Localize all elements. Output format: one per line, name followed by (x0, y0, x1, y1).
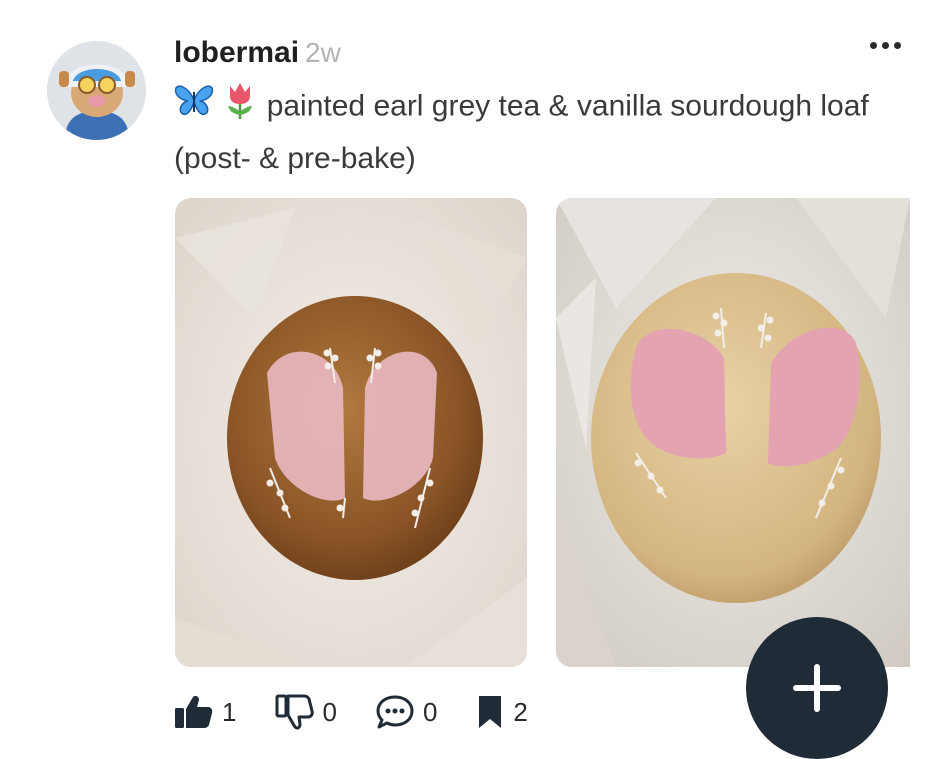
downvote-count: 0 (322, 696, 337, 727)
thumbs-up-icon (175, 696, 213, 728)
upvote-count: 1 (222, 696, 237, 727)
thumbs-down-icon (275, 694, 315, 730)
bookmark-icon (479, 696, 502, 728)
baked-loaf-photo[interactable] (175, 198, 527, 667)
post-age: 2w (305, 37, 341, 68)
upvote-button[interactable]: 1 (174, 694, 236, 730)
save-button[interactable]: 2 (475, 694, 528, 730)
more-icon[interactable] (863, 34, 907, 56)
unbaked-loaf-photo[interactable] (556, 198, 910, 667)
avatar[interactable] (47, 41, 146, 140)
post-author[interactable]: lobermai 2w (174, 36, 341, 70)
create-post-button[interactable] (746, 617, 888, 759)
post-caption: painted earl grey tea & vanilla sourdoug… (174, 80, 914, 183)
save-count: 2 (513, 696, 528, 727)
comment-icon (376, 695, 414, 729)
plus-icon (793, 664, 841, 712)
avatar-illustration (47, 41, 146, 140)
username[interactable]: lobermai (174, 36, 299, 69)
comment-button[interactable]: 0 (375, 694, 437, 730)
butterfly-icon (174, 82, 214, 133)
comment-count: 0 (422, 696, 438, 727)
tulip-icon (224, 80, 256, 135)
post-actions: 1 0 0 2 (174, 692, 566, 732)
downvote-button[interactable]: 0 (274, 694, 337, 730)
caption-text: painted earl grey tea & vanilla sourdoug… (174, 89, 869, 175)
